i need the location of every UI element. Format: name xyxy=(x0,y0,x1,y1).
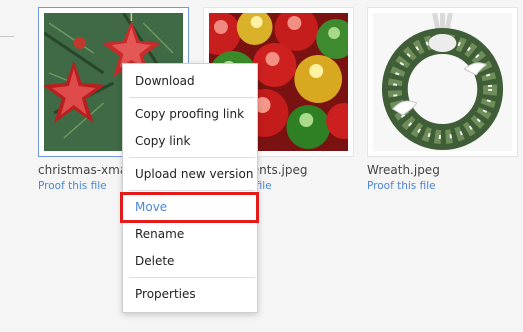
menu-item-upload-new-version[interactable]: Upload new version xyxy=(123,163,257,185)
menu-separator xyxy=(129,157,255,158)
menu-item-move[interactable]: Move xyxy=(123,196,257,218)
menu-item-delete[interactable]: Delete xyxy=(123,250,257,272)
menu-item-download[interactable]: Download xyxy=(123,70,257,92)
menu-separator xyxy=(129,190,255,191)
proof-file-link[interactable]: Proof this file xyxy=(367,179,522,193)
menu-separator xyxy=(129,97,255,98)
menu-item-properties[interactable]: Properties xyxy=(123,283,257,305)
thumbnail-image xyxy=(373,13,512,151)
divider xyxy=(0,36,14,37)
file-name[interactable]: Wreath.jpeg xyxy=(367,163,519,178)
file-thumbnail-frame[interactable] xyxy=(367,7,518,157)
context-menu: Download Copy proofing link Copy link Up… xyxy=(122,63,258,313)
menu-item-copy-link[interactable]: Copy link xyxy=(123,130,257,152)
menu-item-copy-proofing-link[interactable]: Copy proofing link xyxy=(123,103,257,125)
file-browser: christmas-xmas Proof this file ornaments… xyxy=(0,0,523,332)
menu-separator xyxy=(129,277,255,278)
menu-item-rename[interactable]: Rename xyxy=(123,223,257,245)
file-card[interactable]: Wreath.jpeg Proof this file xyxy=(367,7,522,193)
